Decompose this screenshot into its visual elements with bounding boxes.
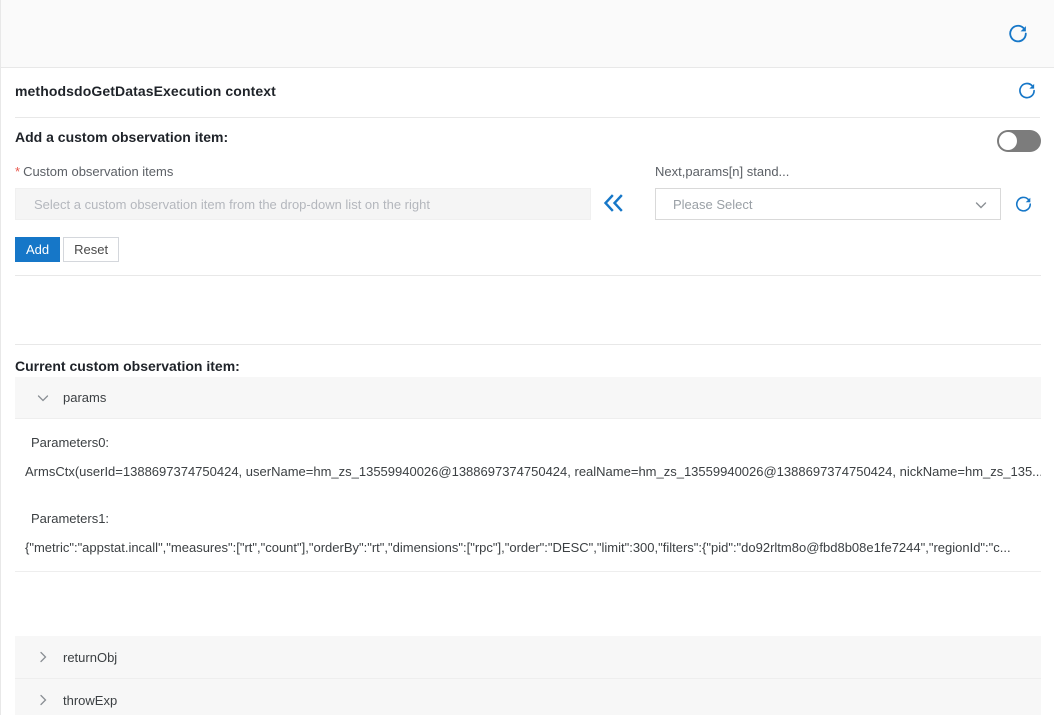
custom-items-input[interactable]: Select a custom observation item from th… — [15, 188, 591, 220]
collapse-header-params[interactable]: params — [15, 377, 1041, 419]
collapse-header-throwexp[interactable]: throwExp — [15, 679, 1041, 715]
section-divider-2 — [15, 344, 1041, 345]
parameter-value: {"metric":"appstat.incall","measures":["… — [25, 540, 1011, 555]
add-observation-form: * Custom observation items Select a custo… — [15, 164, 1041, 264]
required-marker: * — [15, 164, 21, 179]
params-select-label: Next,params[n] stand... — [655, 164, 790, 179]
add-button[interactable]: Add — [15, 237, 61, 262]
params-select[interactable]: Please Select — [655, 188, 1001, 220]
context-panel: methodsdoGetDatasExecution context Add a… — [0, 68, 1054, 715]
parameter-value: ArmsCtx(userId=1388697374750424, userNam… — [25, 464, 1041, 479]
page-title: methodsdoGetDatasExecution context — [15, 83, 276, 99]
collapsed-panels: returnObj throwExp — [15, 636, 1041, 715]
collapse-throwExp: throwExp — [15, 679, 1041, 715]
toggle-knob — [999, 132, 1017, 150]
section-divider-1 — [15, 275, 1041, 276]
parameter-key: Parameters1: — [31, 511, 110, 526]
double-chevron-left-icon[interactable] — [600, 192, 626, 218]
observation-context-page: methodsdoGetDatasExecution context Add a… — [0, 0, 1054, 715]
collapse-label: returnObj — [63, 649, 118, 665]
current-observation-heading: Current custom observation item: — [15, 358, 240, 374]
custom-observation-toggle[interactable] — [997, 130, 1041, 152]
custom-items-label-text: Custom observation items — [23, 164, 174, 179]
reset-button[interactable]: Reset — [63, 237, 120, 262]
params-refresh-icon[interactable] — [1011, 192, 1035, 216]
parameter-key: Parameters0: — [31, 435, 110, 450]
chevron-right-icon — [35, 649, 51, 665]
params-select-field: Next,params[n] stand... Please Select — [655, 164, 1041, 220]
collapse-params: params Parameters0: ArmsCtx(userId=13886… — [15, 377, 1041, 572]
panel-refresh-icon[interactable] — [1014, 78, 1040, 104]
collapse-header-returnobj[interactable]: returnObj — [15, 636, 1041, 678]
collapse-returnObj: returnObj — [15, 636, 1041, 679]
toolbar-left-rule — [0, 0, 1, 68]
panel-header: methodsdoGetDatasExecution context — [15, 68, 1040, 118]
params-select-value: Please Select — [673, 196, 753, 212]
add-observation-heading: Add a custom observation item: — [15, 129, 229, 145]
collapse-label: throwExp — [63, 692, 118, 708]
collapse-body-params: Parameters0: ArmsCtx(userId=138869737475… — [15, 419, 1041, 572]
top-toolbar — [0, 0, 1054, 68]
custom-items-label: * Custom observation items — [15, 164, 641, 179]
refresh-icon[interactable] — [1003, 19, 1033, 49]
chevron-down-icon — [35, 390, 51, 406]
form-buttons: Add Reset — [15, 237, 120, 262]
custom-items-field: * Custom observation items Select a custo… — [15, 164, 641, 262]
collapse-label: params — [63, 390, 107, 405]
chevron-down-icon — [974, 198, 988, 215]
chevron-right-icon — [35, 692, 51, 708]
add-observation-section: Add a custom observation item: — [15, 129, 1041, 152]
